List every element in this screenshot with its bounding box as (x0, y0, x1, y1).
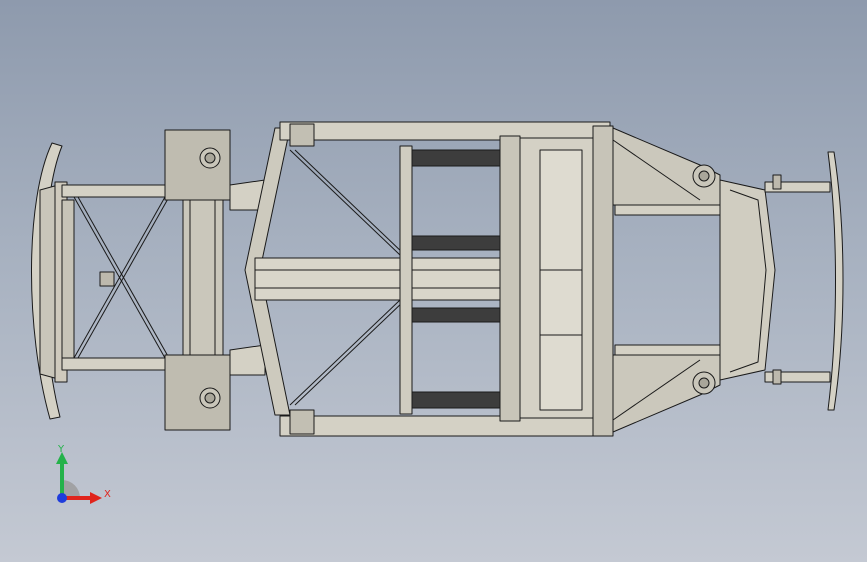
z-axis-dot (57, 493, 67, 503)
x-axis-label: X (104, 489, 111, 500)
chassis-frame-model[interactable] (0, 0, 867, 562)
left-side-rail (279, 121, 611, 141)
front-upper-rail (61, 184, 173, 198)
graphics-viewport[interactable]: Y X (0, 0, 867, 562)
coordinate-triad: Y X (56, 444, 111, 504)
front-lower-rail (61, 357, 173, 371)
right-side-rail (279, 415, 611, 437)
y-axis-label: Y (57, 444, 65, 455)
seat-rail-upper-1 (404, 149, 501, 167)
front-upper-tower (164, 129, 231, 201)
front-lower-tower (164, 354, 231, 431)
rear-crash-structure (719, 179, 776, 381)
